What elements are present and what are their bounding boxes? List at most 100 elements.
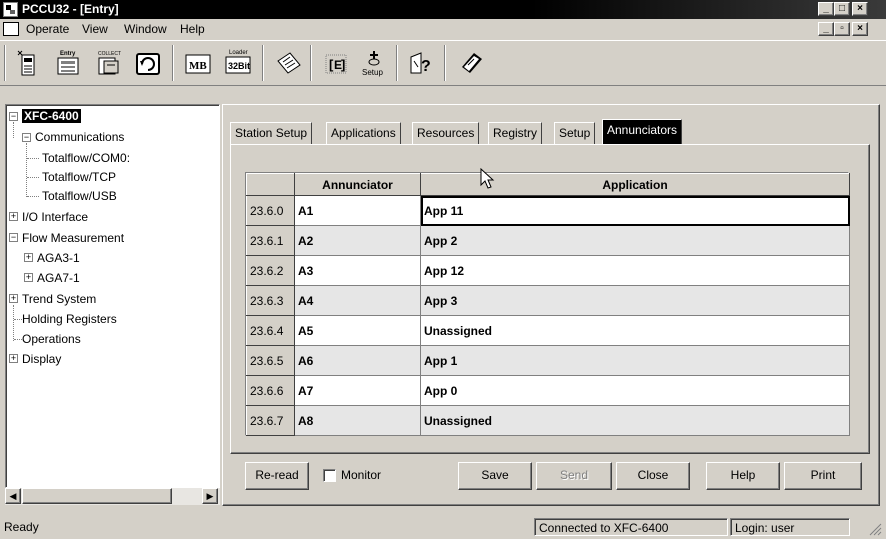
application-cell[interactable]: App 3 — [420, 285, 850, 316]
app-icon[interactable] — [3, 2, 18, 17]
table-row[interactable]: 23.6.5 A6 App 1 — [246, 345, 850, 376]
tree-item-trend-system[interactable]: Trend System — [22, 292, 96, 306]
mdi-close-button[interactable]: × — [852, 22, 868, 36]
setup-button[interactable]: Setup — [356, 46, 392, 80]
scroll-thumb[interactable] — [22, 488, 172, 504]
menu-help[interactable]: Help — [180, 22, 205, 36]
table-row[interactable]: 23.6.7 A8 Unassigned — [246, 405, 850, 436]
expand-icon[interactable]: + — [9, 294, 18, 303]
help-query-button[interactable]: ? — [404, 46, 440, 80]
notes-button[interactable] — [270, 46, 306, 80]
document-icon[interactable] — [3, 22, 19, 36]
tab-registry[interactable]: Registry — [488, 122, 543, 144]
tree-item-display[interactable]: Display — [22, 352, 61, 366]
table-row[interactable]: 23.6.1 A2 App 2 — [246, 225, 850, 256]
monitor-label: Monitor — [341, 468, 382, 482]
fcu-manager-icon: [ E ] — [325, 54, 347, 74]
tree-root-xfc-6400[interactable]: XFC-6400 — [22, 109, 81, 123]
table-row[interactable]: 23.6.6 A7 App 0 — [246, 375, 850, 406]
tree-item-flow-measurement[interactable]: Flow Measurement — [22, 231, 124, 245]
save-button[interactable]: Save — [458, 462, 532, 490]
tab-resources[interactable]: Resources — [412, 122, 480, 144]
32bit-text: 32Bit — [228, 61, 250, 71]
expand-icon[interactable]: + — [9, 212, 18, 221]
expand-icon[interactable]: + — [24, 273, 33, 282]
mdi-minimize-button[interactable]: _ — [818, 22, 834, 36]
tree-item-totalflow-com0[interactable]: Totalflow/COM0: — [42, 151, 130, 165]
monitor-checkbox[interactable] — [323, 469, 336, 482]
tab-setup[interactable]: Setup — [554, 122, 596, 144]
annunciator-cell: A2 — [294, 225, 421, 256]
tab-station-setup[interactable]: Station Setup — [230, 122, 313, 144]
table-row[interactable]: 23.6.4 A5 Unassigned — [246, 315, 850, 346]
application-cell[interactable]: App 1 — [420, 345, 850, 376]
table-row[interactable]: 23.6.2 A3 App 12 — [246, 255, 850, 286]
collapse-icon[interactable]: − — [22, 133, 31, 142]
collapse-icon[interactable]: − — [9, 112, 18, 121]
setup-text: Setup — [362, 68, 383, 77]
reread-button[interactable]: Re-read — [245, 462, 309, 490]
tree-item-aga7-1[interactable]: AGA7-1 — [37, 271, 80, 285]
resize-grip-icon[interactable] — [866, 520, 882, 536]
tab-applications[interactable]: Applications — [326, 122, 401, 144]
send-button[interactable]: Send — [536, 462, 612, 490]
tree-item-holding-registers[interactable]: Holding Registers — [22, 312, 117, 326]
refresh-icon — [136, 53, 160, 75]
tree-item-communications[interactable]: Communications — [35, 130, 124, 144]
application-cell[interactable]: App 12 — [420, 255, 850, 286]
row-register: 23.6.6 — [246, 375, 295, 406]
close-button[interactable]: Close — [616, 462, 690, 490]
collapse-icon[interactable]: − — [9, 233, 18, 242]
menu-bar: Operate View Window Help _ ▫ × — [0, 19, 886, 40]
table-row[interactable]: 23.6.0 A1 App 11 — [246, 195, 850, 226]
print-button[interactable]: Print — [784, 462, 862, 490]
scroll-left-arrow-icon[interactable]: ◀ — [5, 488, 21, 504]
refresh-button[interactable] — [130, 46, 166, 80]
help-button[interactable]: Help — [706, 462, 780, 490]
collect-button[interactable]: COLLECT — [90, 46, 126, 80]
application-cell[interactable]: App 0 — [420, 375, 850, 406]
tree-item-io-interface[interactable]: I/O Interface — [22, 210, 88, 224]
tree-item-aga3-1[interactable]: AGA3-1 — [37, 251, 80, 265]
application-cell[interactable]: Unassigned — [420, 315, 850, 346]
entry-group-button[interactable]: Entry — [50, 46, 86, 80]
connection-status: Connected to XFC-6400 — [534, 518, 728, 536]
expand-icon[interactable]: + — [24, 253, 33, 262]
close-window-button[interactable]: × — [852, 2, 868, 16]
annunciator-cell: A4 — [294, 285, 421, 316]
title-bar[interactable]: PCCU32 - [Entry] _ □ × — [0, 0, 886, 19]
tree-horizontal-scrollbar[interactable]: ◀ ▶ — [5, 488, 220, 505]
scroll-right-arrow-icon[interactable]: ▶ — [202, 488, 218, 504]
modbus-button[interactable]: MB — [180, 46, 216, 80]
collect-text: COLLECT — [98, 51, 121, 57]
tree-item-operations[interactable]: Operations — [22, 332, 81, 346]
device-tree[interactable]: − XFC-6400 − Communications Totalflow/CO… — [5, 104, 220, 488]
column-header-annunciator[interactable]: Annunciator — [294, 173, 421, 196]
minimize-button[interactable]: _ — [818, 2, 834, 16]
expand-icon[interactable]: + — [9, 354, 18, 363]
toolbar-separator — [444, 45, 446, 81]
maximize-button[interactable]: □ — [834, 2, 850, 16]
fcu-manager-button[interactable]: [ E ] — [318, 46, 354, 80]
mdi-restore-button[interactable]: ▫ — [834, 22, 850, 36]
window-title: PCCU32 - [Entry] — [22, 2, 119, 16]
modbus-icon: MB — [185, 54, 211, 74]
menu-operate[interactable]: Operate — [26, 22, 69, 36]
annunciator-grid[interactable]: Annunciator Application 23.6.0 A1 App 11… — [245, 172, 850, 436]
book-button[interactable] — [452, 46, 488, 80]
tab-annunciators[interactable]: Annunciators — [602, 119, 683, 144]
table-row[interactable]: 23.6.3 A4 App 3 — [246, 285, 850, 316]
loader-32bit-button[interactable]: Loader 32Bit — [220, 46, 256, 80]
menu-window[interactable]: Window — [124, 22, 167, 36]
application-cell[interactable]: App 11 — [420, 195, 850, 226]
loader-icon: Loader 32Bit — [225, 50, 251, 74]
application-cell[interactable]: App 2 — [420, 225, 850, 256]
entry-group-icon: Entry — [57, 51, 79, 75]
svg-text:?: ? — [421, 58, 431, 75]
book-icon — [462, 53, 482, 73]
tree-item-totalflow-tcp[interactable]: Totalflow/TCP — [42, 170, 116, 184]
application-cell[interactable]: Unassigned — [420, 405, 850, 436]
tree-item-totalflow-usb[interactable]: Totalflow/USB — [42, 189, 117, 203]
entry-button[interactable] — [10, 46, 46, 80]
menu-view[interactable]: View — [82, 22, 108, 36]
